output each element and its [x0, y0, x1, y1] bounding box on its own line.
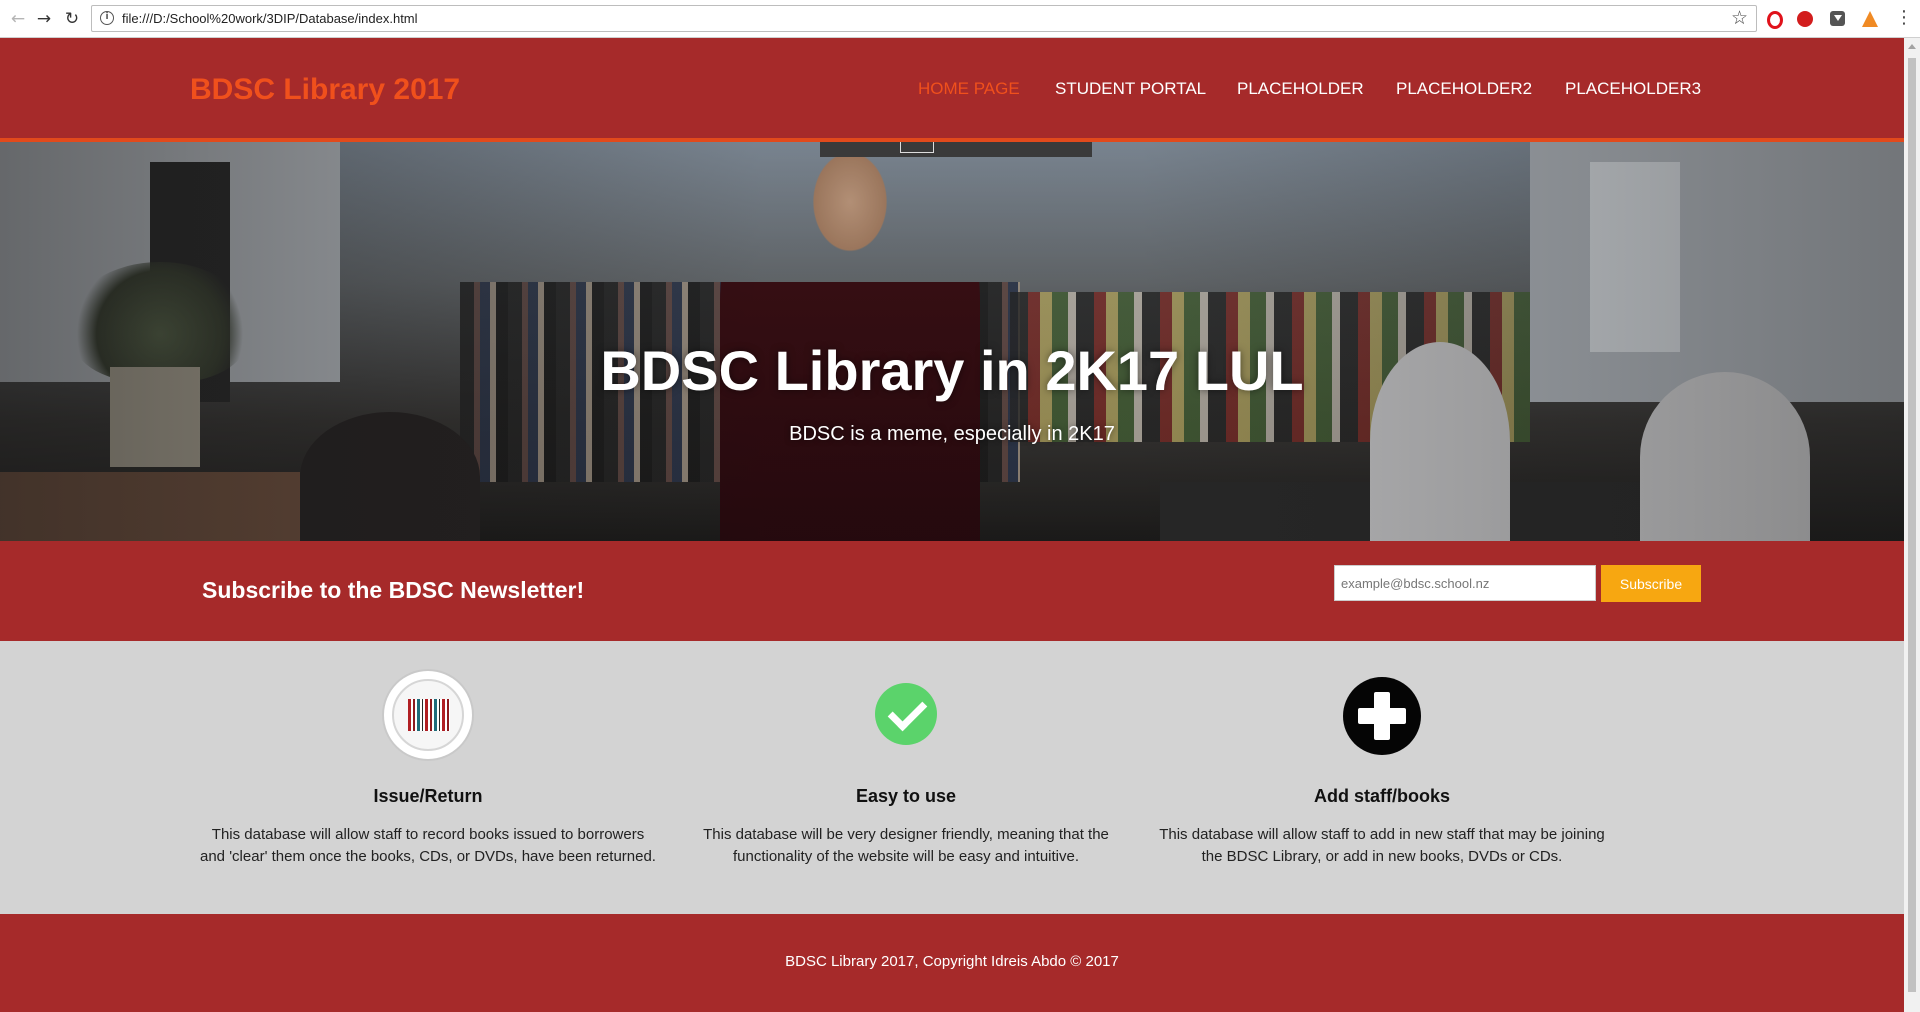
hero-banner: BDSC Library in 2K17 LUL BDSC is a meme,… [0, 142, 1904, 541]
scrollbar-thumb[interactable] [1908, 58, 1916, 992]
arrow-right-icon[interactable]: → [32, 7, 56, 31]
feature-description: This database will allow staff to record… [200, 826, 656, 865]
newsletter-email-input[interactable] [1334, 565, 1596, 601]
barcode-icon-graphic [384, 671, 472, 759]
newsletter-heading: Subscribe to the BDSC Newsletter! [202, 577, 585, 603]
feature-title: Issue/Return [373, 786, 483, 806]
hero-subtitle: BDSC is a meme, especially in 2K17 [789, 423, 1115, 445]
features-section: Issue/Return This database will allow st… [0, 641, 1904, 914]
feature-description: This database will allow staff to add in… [1159, 826, 1605, 865]
site-footer: BDSC Library 2017, Copyright Idreis Abdo… [0, 914, 1904, 1012]
site-header: BDSC Library 2017 HOME PAGE STUDENT PORT… [0, 38, 1904, 142]
video-control-bar [820, 142, 1092, 157]
address-bar[interactable]: i file:///D:/School%20work/3DIP/Database… [91, 5, 1757, 32]
feature-title: Easy to use [855, 786, 957, 806]
star-icon[interactable]: ☆ [1731, 7, 1748, 29]
info-icon[interactable]: i [100, 11, 114, 25]
check-icon [875, 671, 937, 745]
newsletter-section: Subscribe to the BDSC Newsletter! Subscr… [0, 541, 1904, 641]
video-control-button[interactable] [900, 142, 934, 153]
feature-title: Add staff/books [1313, 786, 1450, 806]
feature-description: This database will be very designer frie… [703, 826, 1109, 865]
nav-home-page[interactable]: HOME PAGE [918, 79, 1020, 99]
page-viewport: BDSC Library 2017 HOME PAGE STUDENT PORT… [0, 38, 1904, 1012]
hero-title: BDSC Library in 2K17 LUL [600, 339, 1304, 402]
plus-icon [1343, 671, 1421, 755]
arrow-left-icon[interactable]: ← [6, 7, 30, 31]
scroll-up-arrow-icon[interactable] [1908, 44, 1916, 49]
nav-placeholder3[interactable]: PLACEHOLDER3 [1565, 79, 1701, 99]
plus-icon-vertical [1374, 692, 1390, 740]
plus-icon-graphic [1343, 677, 1421, 755]
download-extension-icon[interactable] [1830, 11, 1845, 26]
page-scrollbar[interactable] [1904, 38, 1920, 1012]
top-navigation: HOME PAGE STUDENT PORTAL PLACEHOLDER PLA… [0, 79, 1904, 103]
barcode-icon-bars [408, 699, 450, 731]
opera-extension-icon[interactable] [1767, 11, 1783, 29]
footer-copyright: BDSC Library 2017, Copyright Idreis Abdo… [785, 953, 1119, 970]
address-bar-url[interactable]: file:///D:/School%20work/3DIP/Database/i… [122, 11, 418, 26]
check-icon-graphic [875, 683, 937, 745]
nav-placeholder2[interactable]: PLACEHOLDER2 [1396, 79, 1532, 99]
subscribe-button[interactable]: Subscribe [1601, 565, 1701, 602]
red-extension-icon[interactable] [1797, 11, 1813, 27]
nav-placeholder[interactable]: PLACEHOLDER [1237, 79, 1364, 99]
fire-extension-icon[interactable] [1862, 11, 1878, 27]
barcode-icon [384, 671, 472, 759]
nav-student-portal[interactable]: STUDENT PORTAL [1055, 79, 1206, 99]
reload-icon[interactable]: ↻ [60, 7, 84, 31]
browser-menu-icon[interactable]: ⋮ [1895, 8, 1913, 28]
browser-toolbar: ← → ↻ i file:///D:/School%20work/3DIP/Da… [0, 0, 1920, 38]
